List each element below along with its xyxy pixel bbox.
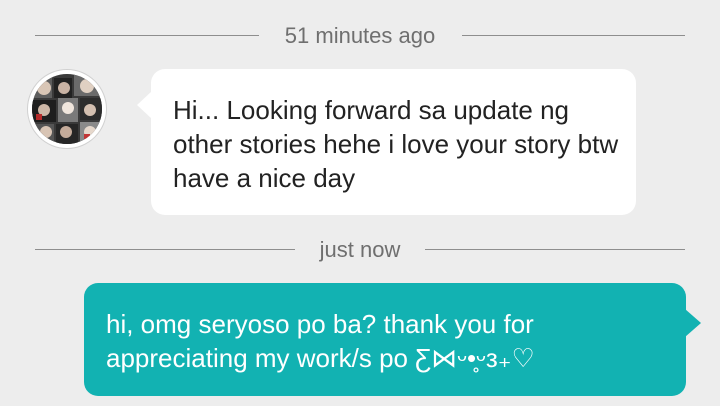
divider-line (462, 35, 685, 36)
message-timestamp: just now (319, 237, 401, 262)
incoming-message-text: Hi... Looking forward sa update ng other… (173, 95, 619, 193)
message-timestamp: 51 minutes ago (284, 23, 436, 48)
incoming-message-bubble[interactable]: Hi... Looking forward sa update ng other… (137, 69, 636, 215)
bubble-tail (137, 91, 152, 119)
avatar-image (32, 74, 102, 144)
outgoing-message-bubble[interactable]: hi, omg seryoso po ba? thank you for app… (84, 283, 701, 396)
sender-avatar[interactable] (28, 70, 106, 148)
bubble-tail (685, 309, 701, 337)
timestamp-divider: 51 minutes ago (0, 21, 720, 51)
divider-line (425, 249, 685, 250)
outgoing-message-text: hi, omg seryoso po ba? thank you for app… (106, 309, 535, 373)
timestamp-divider: just now (0, 235, 720, 265)
